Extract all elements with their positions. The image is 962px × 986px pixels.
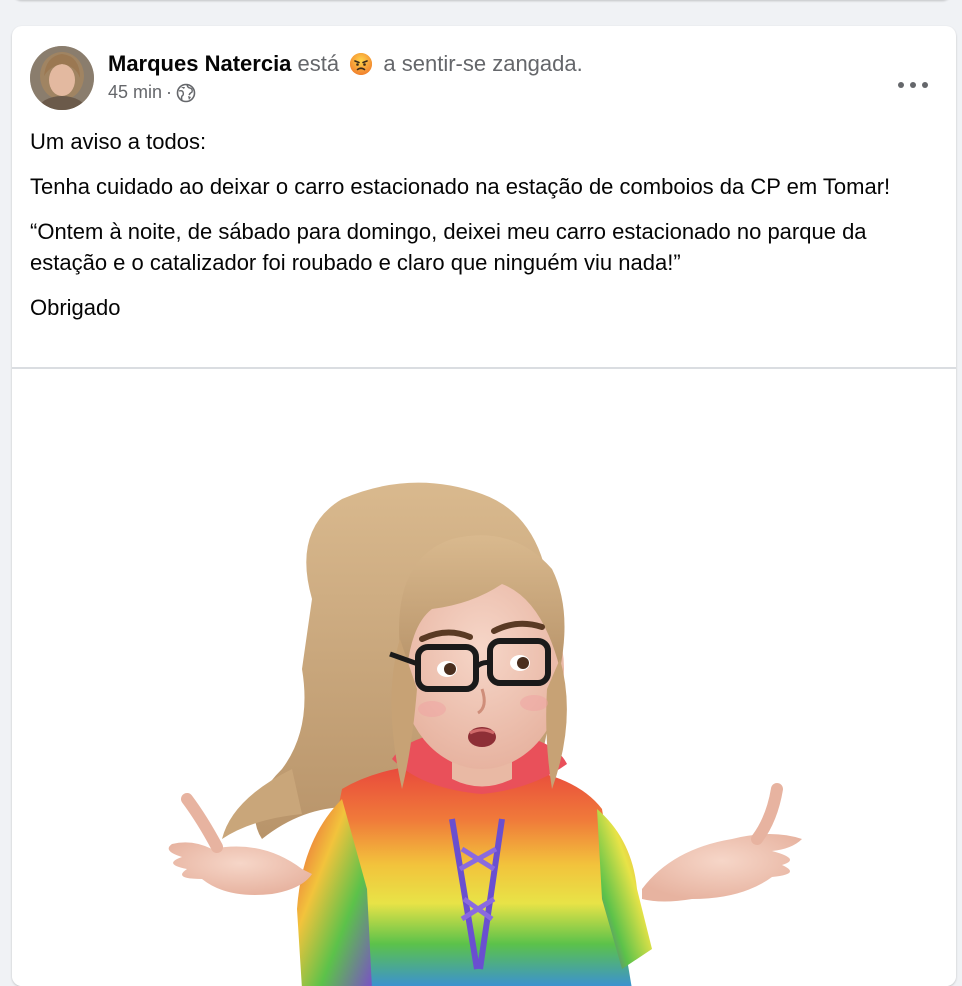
time-separator: · — [166, 82, 173, 102]
feeling-prefix: está — [297, 51, 340, 76]
more-options-icon[interactable] — [898, 80, 928, 90]
post-paragraph: Tenha cuidado ao deixar o carro estacion… — [30, 174, 891, 199]
avatar-shrug-sticker[interactable] — [12, 369, 956, 986]
more-dot — [898, 82, 904, 88]
more-dot — [922, 82, 928, 88]
post-paragraph: “Ontem à noite, de sábado para domingo, … — [30, 219, 867, 275]
post-text: Um aviso a todos: Tenha cuidado ao deixa… — [30, 126, 930, 337]
author-avatar[interactable] — [30, 46, 94, 110]
author-line: Marques Natercia está a sentir-se zangad… — [108, 50, 583, 78]
post-time[interactable]: 45 min — [108, 82, 162, 103]
author-name[interactable]: Marques Natercia — [108, 51, 291, 76]
post-card: Marques Natercia está a sentir-se zangad… — [12, 26, 956, 986]
post-paragraph: Obrigado — [30, 295, 121, 320]
post-paragraph: Um aviso a todos: — [30, 129, 207, 154]
post-header: Marques Natercia está a sentir-se zangad… — [30, 46, 956, 112]
post-meta: Marques Natercia está a sentir-se zangad… — [108, 50, 583, 103]
time-line: 45 min · — [108, 82, 583, 103]
feeling-text: a sentir-se zangada. — [383, 51, 583, 76]
globe-icon[interactable] — [176, 83, 196, 103]
angry-face-icon — [349, 52, 373, 76]
more-dot — [910, 82, 916, 88]
